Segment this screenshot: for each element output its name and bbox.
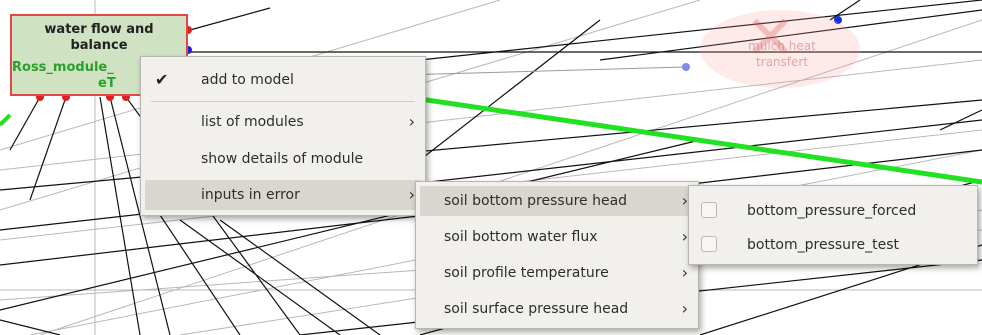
checkbox-icon[interactable] — [701, 202, 717, 218]
menu-item-label: soil bottom water flux — [444, 229, 598, 245]
ghost-module-name-line1: mulch heat — [748, 39, 816, 53]
checkbox-icon[interactable] — [701, 236, 717, 252]
menu-item-add-to-model[interactable]: ✔ add to model — [145, 65, 421, 95]
menu-item-label: soil bottom pressure head — [444, 193, 628, 209]
menu-item-label: add to model — [201, 72, 294, 88]
menu-item-label: soil surface pressure head — [444, 301, 629, 317]
submenu-item-soil-surface-pressure-head[interactable]: soil surface pressure head › — [420, 294, 694, 324]
module-title-line2: balance — [70, 38, 128, 53]
menu-item-list-of-modules[interactable]: list of modules › — [145, 107, 421, 137]
menu-item-label: bottom_pressure_test — [747, 237, 899, 253]
context-menu: ✔ add to model list of modules › show de… — [140, 56, 426, 216]
menu-item-label: bottom_pressure_forced — [747, 203, 917, 219]
ghost-module-name-line2: transfert — [755, 55, 809, 69]
module-id-line1: Ross_module_ — [12, 60, 114, 75]
port-blue — [682, 63, 690, 71]
check-icon: ✔ — [155, 70, 169, 89]
inputs-in-error-submenu: soil bottom pressure head › soil bottom … — [415, 181, 699, 329]
submenu-item-bottom-pressure-test[interactable]: bottom_pressure_test — [693, 230, 973, 260]
module-title: water flow and balance — [12, 22, 186, 54]
menu-separator — [151, 101, 415, 102]
ghost-module-label: mulch heat transfert — [712, 38, 852, 70]
menu-item-label: show details of module — [201, 151, 364, 167]
menu-item-inputs-in-error[interactable]: inputs in error › — [145, 180, 421, 210]
module-title-line1: water flow and — [44, 22, 154, 37]
chevron-right-icon: › — [408, 112, 415, 131]
submenu-item-soil-bottom-water-flux[interactable]: soil bottom water flux › — [420, 222, 694, 252]
menu-item-label: list of modules — [201, 114, 304, 130]
menu-item-show-details[interactable]: show details of module — [145, 144, 421, 174]
submenu-item-soil-bottom-pressure-head[interactable]: soil bottom pressure head › — [420, 186, 694, 216]
menu-item-label: soil profile temperature — [444, 265, 609, 281]
menu-item-label: inputs in error — [201, 187, 300, 203]
chevron-right-icon: › — [681, 299, 688, 318]
highlighted-connection — [399, 93, 982, 185]
submenu-item-soil-profile-temperature[interactable]: soil profile temperature › — [420, 258, 694, 288]
pressure-head-submenu: bottom_pressure_forced bottom_pressure_t… — [688, 185, 978, 265]
submenu-item-bottom-pressure-forced[interactable]: bottom_pressure_forced — [693, 196, 973, 226]
